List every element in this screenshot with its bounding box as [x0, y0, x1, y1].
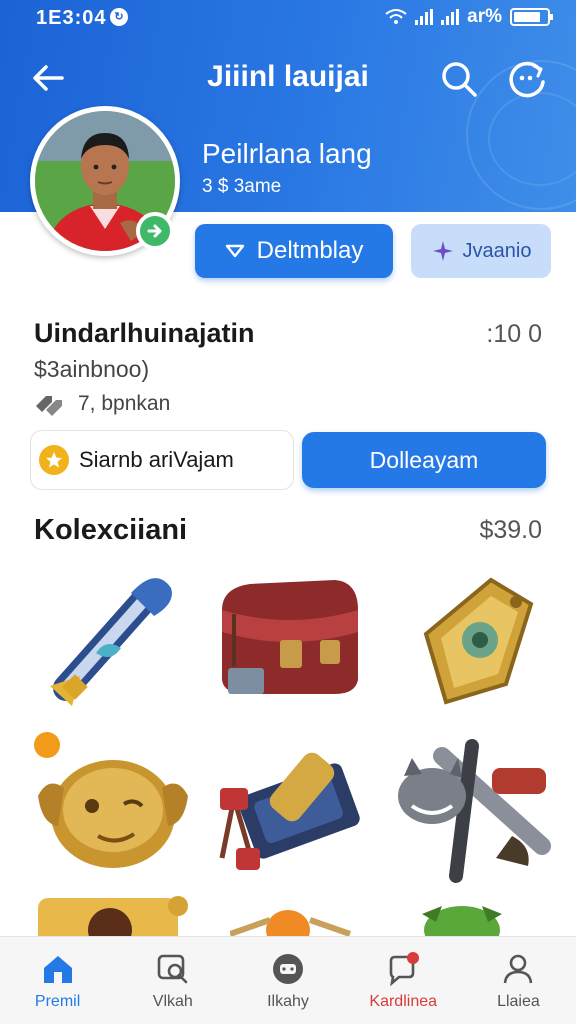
fox-icon[interactable]: [230, 900, 400, 936]
refresh-icon[interactable]: [504, 56, 550, 102]
secondary-action-label: Jvaanio: [462, 239, 532, 262]
nav-label-account: Llaiea: [497, 993, 540, 1010]
signal-icon: [415, 9, 434, 25]
primary-action-label: Deltmblay: [256, 237, 364, 264]
search-icon[interactable]: [438, 58, 480, 100]
mask-icon[interactable]: [28, 736, 198, 886]
sync-icon: ↻: [110, 8, 128, 26]
notification-icon: [389, 952, 420, 987]
chat-icon: [273, 954, 303, 984]
nav-item-account[interactable]: Llaiea: [461, 937, 576, 1024]
frame-icon[interactable]: [34, 892, 204, 936]
primary-action-button[interactable]: Deltmblay: [195, 224, 393, 278]
cannon-icon[interactable]: [214, 738, 384, 888]
goblin-icon[interactable]: [402, 896, 572, 936]
collection-title: Kolexciiani: [34, 514, 188, 546]
battery-icon: [510, 8, 553, 26]
wifi-icon: [385, 9, 407, 24]
nav-item-chat[interactable]: Ilkahy: [230, 937, 345, 1024]
tag-icon: [36, 396, 62, 416]
nav-label-notifications: Kardlinea: [369, 993, 438, 1010]
status-time: 1E3:04: [36, 7, 107, 29]
nav-label-chat: Ilkahy: [267, 993, 309, 1010]
info-title: Uindarlhuinajatin: [34, 318, 255, 348]
bottom-navigation: Premil Vlkah Ilkahy Kardlinea Llaiea: [0, 936, 576, 1024]
status-chip-label: Siarnb ariVajam: [79, 447, 234, 472]
secondary-action-button[interactable]: Jvaanio: [411, 224, 551, 278]
profile-name: Peilrlana lang: [202, 138, 372, 169]
verified-badge: [136, 212, 174, 250]
battery-percent: ar%: [467, 6, 502, 27]
dropdown-icon: [225, 244, 244, 258]
info-meta-text: 7, bpnkan: [78, 392, 171, 415]
home-icon: [43, 956, 72, 983]
info-value: :10 0: [486, 320, 542, 348]
info-meta: 7, bpnkan: [34, 392, 170, 416]
profile-icon: [504, 954, 533, 984]
scroll-icon[interactable]: [36, 568, 206, 718]
status-chip[interactable]: Siarnb ariVajam: [30, 430, 294, 490]
follow-button[interactable]: Dolleayam: [302, 432, 546, 488]
satchel-icon[interactable]: [210, 570, 380, 720]
signal-icon-2: [441, 9, 460, 25]
beast-icon[interactable]: [392, 736, 562, 886]
shield-icon[interactable]: [396, 574, 566, 724]
nav-item-profile[interactable]: Premil: [0, 937, 115, 1024]
app-title: Jiiinl lauijai: [207, 60, 369, 93]
arrow-right-icon: [147, 224, 162, 238]
search-card-icon: [157, 954, 188, 984]
nav-item-search[interactable]: Vlkah: [115, 937, 230, 1024]
sparkle-icon: [432, 241, 453, 261]
nav-item-notifications[interactable]: Kardlinea: [346, 937, 461, 1024]
star-coin-icon: [39, 445, 69, 475]
status-indicators: ar%: [385, 6, 553, 28]
profile-subtitle: 3 $ 3ame: [202, 176, 282, 197]
status-bar: 1E3:04 ↻ ar%: [0, 0, 576, 40]
nav-label-search: Vlkah: [152, 993, 193, 1010]
nav-label-profile: Premil: [34, 993, 81, 1010]
info-price: $3ainbnoo): [34, 356, 150, 382]
collection-total: $39.0: [479, 516, 542, 544]
